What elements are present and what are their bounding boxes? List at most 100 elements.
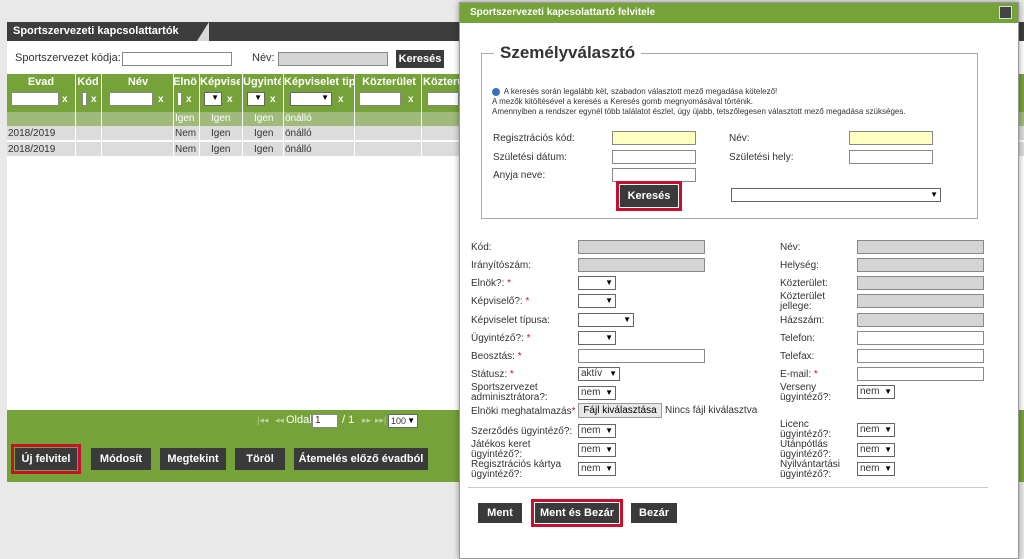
representative-select[interactable] [578, 294, 616, 308]
administrator-select[interactable] [578, 331, 616, 345]
reg-code-label: Regisztrációs kód: [493, 133, 575, 144]
birth-place-input[interactable] [849, 150, 933, 164]
org-admin-select[interactable]: nem [578, 386, 616, 400]
filter-elnok[interactable] [177, 92, 182, 106]
president-label: Elnök?: * [471, 279, 511, 289]
required-mark: * [507, 278, 512, 289]
page-label: Oldal [286, 414, 312, 426]
person-selector: Személyválasztó A keresés során legalább… [481, 43, 978, 219]
page-size-select[interactable]: 100 [388, 414, 418, 428]
licence-admin-select[interactable]: nem [857, 423, 895, 437]
registry-admin-select[interactable]: nem [857, 462, 895, 476]
close-button[interactable]: Bezár [631, 503, 677, 523]
col-nev[interactable]: Név [103, 76, 173, 88]
filter-evad[interactable] [11, 92, 59, 106]
new-entry-button[interactable]: Új felvitel [11, 444, 81, 474]
note-line: A keresés során legalább kët, szabadon v… [492, 87, 777, 96]
house-number-input [857, 313, 984, 327]
filter-ugyintezo-select[interactable] [247, 92, 265, 106]
col-kozterulet[interactable]: Közterület [357, 76, 421, 88]
person-name-input[interactable] [849, 131, 933, 145]
col-kepviselo[interactable]: Képvise [200, 76, 240, 88]
contract-admin-select[interactable]: nem [578, 424, 616, 438]
filter-kepviselo-select[interactable] [204, 92, 222, 106]
col-elnok[interactable]: Elnö [173, 76, 197, 88]
status-select[interactable]: aktív [578, 367, 620, 381]
rep-type-label: Képviselet típusa: [471, 315, 550, 326]
view-button[interactable]: Megtekint [160, 448, 226, 470]
filter-kod[interactable] [82, 92, 87, 106]
choose-file-button[interactable]: Fájl kiválasztása [578, 403, 662, 418]
required-mark: * [517, 351, 522, 362]
save-and-close-button[interactable]: Ment és Bezár [531, 499, 623, 527]
authorization-label: Elnöki meghatalmazás* [471, 407, 576, 417]
first-page-icon[interactable]: |◂◂ [257, 415, 268, 426]
next-page-icon[interactable]: ▸▸ [362, 415, 371, 426]
filter-clear[interactable]: x [158, 94, 164, 105]
player-roster-label: Játékos keret ügyintéző?: [471, 439, 531, 460]
page-count: / 1 [342, 414, 355, 426]
form-name-label: Név: [780, 242, 801, 253]
filter-tip-select[interactable] [290, 92, 332, 106]
status-label: Státusz: * [471, 370, 514, 380]
president-label-text: Elnök?: [471, 278, 505, 289]
filter-clear[interactable]: x [227, 94, 233, 105]
administrator-label: Ügyintéző?: * [471, 334, 531, 344]
administrator-label-text: Ügyintéző?: [471, 333, 524, 344]
edit-button[interactable]: Módosít [91, 448, 151, 470]
org-admin-label: Sportszervezet adminisztrátora?: [471, 382, 548, 403]
last-page-icon[interactable]: ▸▸| [375, 415, 386, 426]
fax-label: Telefax: [780, 351, 815, 362]
page-input[interactable]: 1 [312, 414, 338, 428]
prev-page-icon[interactable]: ◂◂ [275, 415, 284, 426]
filter-clear[interactable]: x [338, 94, 344, 105]
birth-date-input[interactable] [612, 150, 696, 164]
no-file-text: Nincs fájl kiválasztva [665, 405, 758, 416]
representative-label-text: Képviselő?: [471, 296, 523, 307]
reg-code-input[interactable] [612, 131, 696, 145]
search-button[interactable]: Keresés [396, 50, 444, 68]
competition-admin-label: Verseny ügyintéző?: [780, 382, 832, 403]
youth-admin-select[interactable]: nem [857, 443, 895, 457]
sub-kepviselo: Igen [211, 113, 231, 124]
col-evad[interactable]: Evad [7, 76, 75, 88]
col-ugyintezo[interactable]: Ugyinté [243, 76, 281, 88]
fax-input[interactable] [857, 349, 984, 363]
note-text: A keresés során legalább kët, szabadon v… [503, 87, 778, 96]
president-select[interactable] [578, 276, 616, 290]
column-divider [242, 74, 243, 158]
delete-button[interactable]: Töröl [235, 448, 285, 470]
col-kod[interactable]: Kód [77, 76, 99, 88]
mother-name-input[interactable] [612, 168, 696, 182]
search-result-select[interactable] [731, 188, 941, 202]
email-input[interactable] [857, 367, 984, 381]
filter-kozterulet2[interactable] [427, 92, 459, 106]
filter-clear[interactable]: x [408, 94, 414, 105]
org-code-input[interactable] [122, 52, 232, 66]
reg-card-select[interactable]: nem [578, 462, 616, 476]
col-kozterulet2[interactable]: Közterü [423, 76, 459, 88]
divider [468, 487, 988, 488]
rep-type-select[interactable] [578, 313, 634, 327]
player-roster-select[interactable]: nem [578, 443, 616, 457]
kod-label: Kód: [471, 242, 492, 253]
phone-input[interactable] [857, 331, 984, 345]
col-kepviselet-tip[interactable]: Képviselet tip [284, 76, 354, 88]
representative-label: Képviselő?: * [471, 297, 529, 307]
info-icon [492, 87, 500, 96]
sub-ugyintezo: Igen [254, 113, 274, 124]
filter-clear[interactable]: x [91, 94, 97, 105]
close-icon[interactable] [999, 6, 1012, 19]
filter-clear[interactable]: x [62, 94, 68, 105]
filter-kozterulet[interactable] [359, 92, 401, 106]
filter-clear[interactable]: x [270, 94, 276, 105]
competition-admin-select[interactable]: nem [857, 385, 895, 399]
filter-clear[interactable]: x [186, 94, 192, 105]
filter-nev[interactable] [109, 92, 153, 106]
carry-over-button[interactable]: Átemelés előző évadból [294, 448, 428, 470]
save-button[interactable]: Ment [478, 503, 522, 523]
position-input[interactable] [578, 349, 705, 363]
cell-kepviselo: Igen [211, 144, 231, 155]
name-input[interactable] [278, 52, 388, 66]
person-search-button[interactable]: Keresés [616, 181, 682, 211]
